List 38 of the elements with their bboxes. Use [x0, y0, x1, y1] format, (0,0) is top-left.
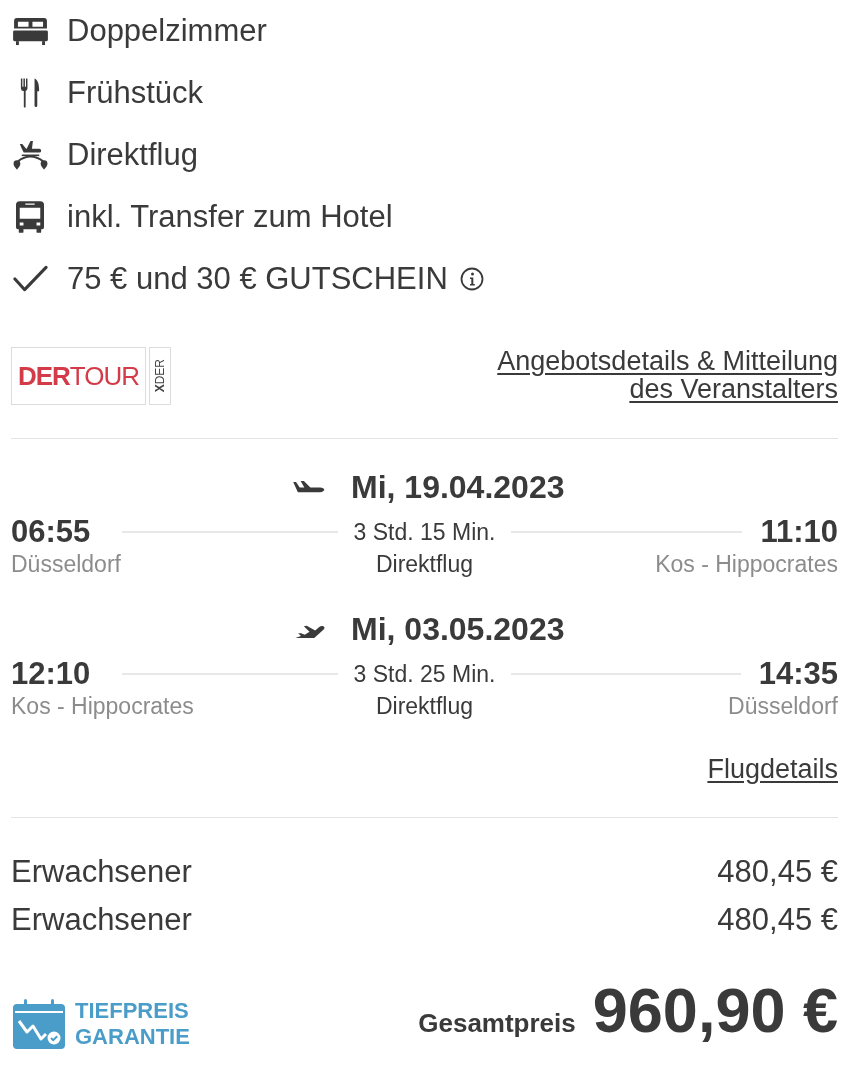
price-guarantee-label: TIEFPREIS GARANTIE: [75, 998, 191, 1050]
traveller-type: Erwachsener: [11, 853, 192, 891]
flight-type: Direktflug: [375, 692, 474, 721]
arrival-time: 11:10: [760, 515, 838, 549]
flight-duration: 3 Std. 25 Min.: [353, 660, 496, 689]
feature-text: 75 € und 30 € GUTSCHEIN: [67, 261, 448, 297]
feature-text: Doppelzimmer: [67, 13, 267, 49]
total-label: Gesamtpreis: [418, 1007, 576, 1040]
flight-date: Mi, 19.04.2023: [351, 469, 565, 505]
traveller-price: 480,45 €: [717, 853, 838, 891]
arrival-time: 14:35: [758, 657, 838, 691]
cutlery-icon: [20, 78, 40, 108]
flight-date: Mi, 03.05.2023: [351, 611, 565, 647]
arrival-airport: Düsseldorf: [728, 692, 838, 721]
departure-time: 12:10: [11, 657, 91, 691]
total-price: 960,90 €: [592, 975, 838, 1045]
flight-type: Direktflug: [375, 550, 474, 579]
feature-text: inkl. Transfer zum Hotel: [67, 199, 393, 235]
plane-icon: [293, 480, 325, 494]
feature-text: Frühstück: [67, 75, 204, 111]
bed-icon: [12, 16, 48, 46]
flight-details-link[interactable]: Flugdetails: [707, 754, 838, 784]
plane-route-icon: [12, 139, 48, 171]
operator-logo: DERTOUR: [11, 347, 146, 405]
checkmark-icon: [12, 265, 48, 293]
offer-details-link[interactable]: Angebotsdetails & Mitteilung des Veranstalters: [468, 347, 838, 403]
arrival-airport: Kos - Hippocrates: [655, 550, 838, 579]
flight-duration: 3 Std. 15 Min.: [353, 518, 496, 547]
traveller-type: Erwachsener: [11, 901, 192, 939]
calendar-chart-icon: [13, 999, 65, 1049]
traveller-price: 480,45 €: [717, 901, 838, 939]
feature-text: Direktflug: [67, 137, 198, 173]
logo-side-tag: XDER: [149, 347, 171, 405]
bus-icon: [16, 201, 44, 233]
departure-airport: Düsseldorf: [11, 550, 121, 579]
departure-time: 06:55: [11, 515, 91, 549]
info-icon[interactable]: [459, 267, 484, 291]
departure-airport: Kos - Hippocrates: [11, 692, 194, 721]
